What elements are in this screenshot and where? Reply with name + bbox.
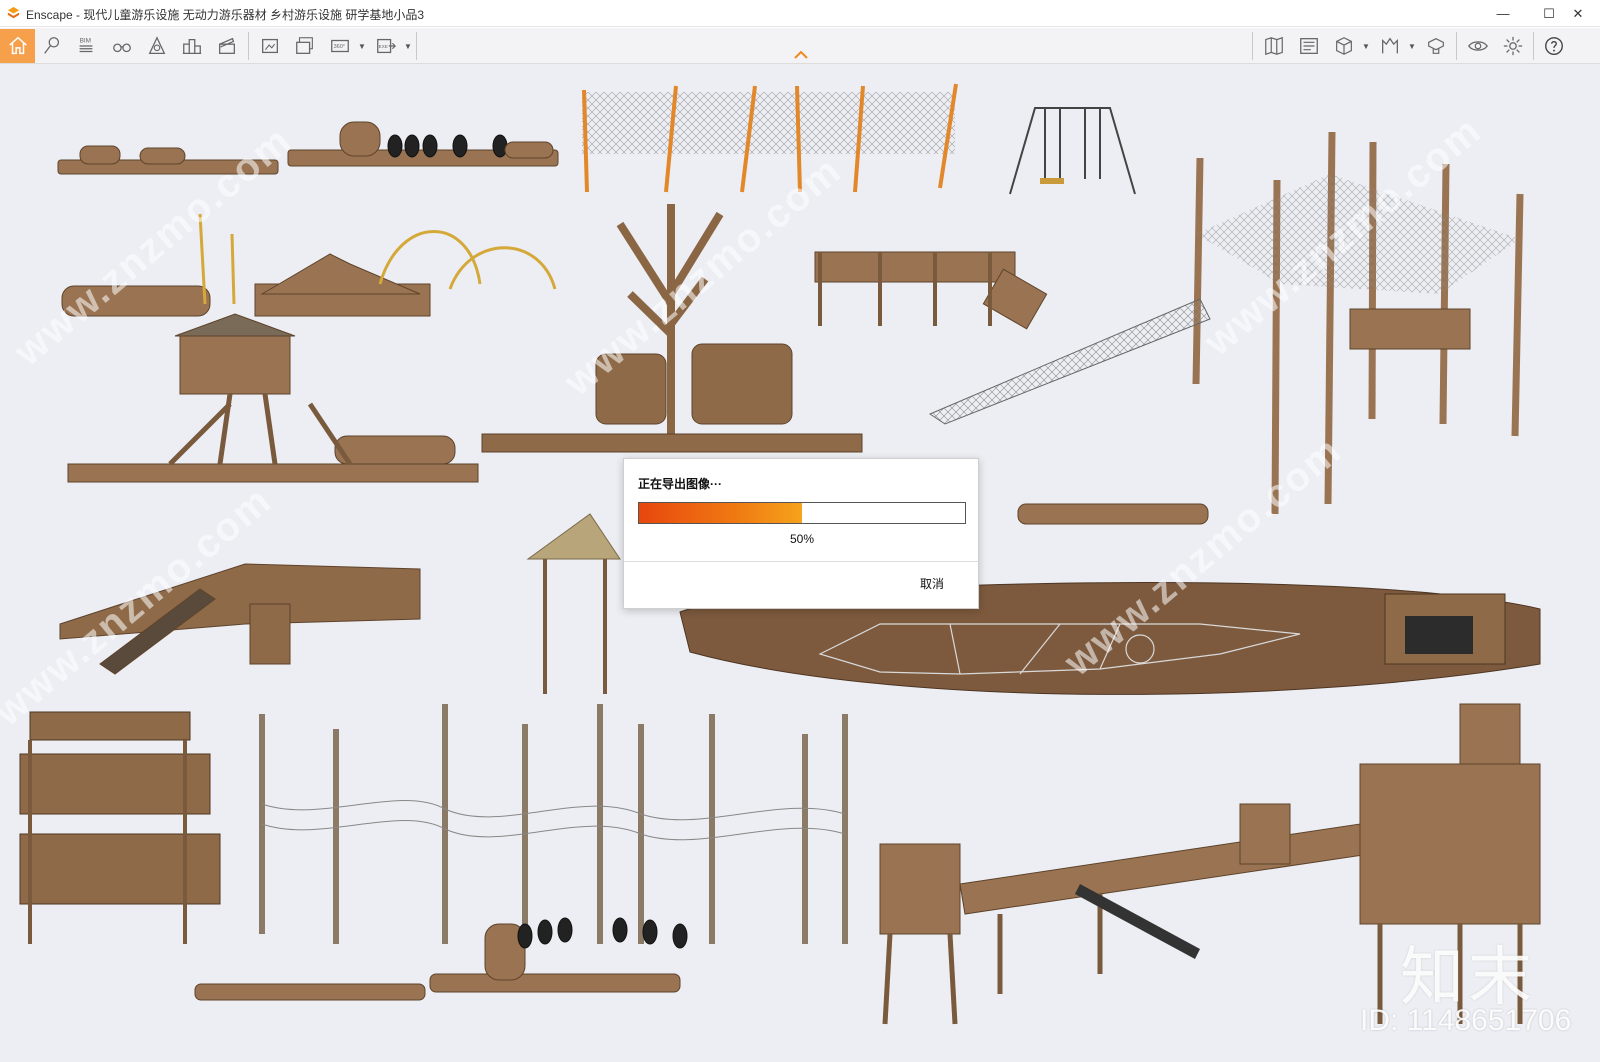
bim-icon: BIM	[79, 37, 93, 53]
close-button[interactable]: ✕	[1556, 0, 1600, 27]
visual-settings-button[interactable]	[1462, 30, 1494, 62]
eye-icon	[1468, 41, 1488, 51]
id-watermark: ID: 1148651706	[1360, 1004, 1572, 1037]
svg-text:BIM: BIM	[80, 37, 91, 44]
360-panorama-icon: 360°	[331, 39, 349, 53]
buildings-icon	[182, 38, 202, 54]
library-dropdown-icon[interactable]: ▼	[1408, 42, 1416, 51]
map-button[interactable]	[1258, 30, 1290, 62]
title-bar: Enscape - 现代儿童游乐设施 无动力游乐器材 乡村游乐设施 研学基地小品…	[0, 0, 1600, 27]
progress-percent-label: 50%	[789, 532, 815, 546]
views-icon	[1300, 38, 1318, 54]
asset-library-button[interactable]	[1374, 30, 1406, 62]
enscape-logo-icon	[7, 6, 20, 19]
help-button[interactable]	[1538, 30, 1570, 62]
bim-button[interactable]: BIM	[70, 30, 102, 62]
home-button[interactable]	[0, 29, 35, 63]
cancel-button[interactable]: 取消	[920, 575, 944, 592]
asset-dropdown-icon[interactable]: ▼	[1362, 42, 1370, 51]
toolbar-separator	[416, 32, 417, 60]
toolbar-separator	[1456, 32, 1457, 60]
panorama-button[interactable]: 360°	[324, 30, 356, 62]
material-editor-button[interactable]	[1420, 30, 1452, 62]
binoculars-icon	[113, 43, 131, 53]
minimize-button[interactable]: —	[1480, 0, 1526, 27]
export-progress-dialog: 正在导出图像··· 50% 取消	[623, 458, 979, 609]
settings-button[interactable]	[1497, 30, 1529, 62]
window-title: Enscape - 现代儿童游乐设施 无动力游乐器材 乡村游乐设施 研学基地小品…	[26, 8, 425, 22]
gear-icon	[1503, 36, 1523, 56]
collapse-toolbar-chevron-icon[interactable]	[793, 50, 809, 60]
svg-text:360°: 360°	[334, 44, 345, 50]
video-editor-button[interactable]	[211, 30, 243, 62]
screenshot-button[interactable]	[254, 30, 286, 62]
home-icon	[8, 36, 27, 55]
asset-button[interactable]	[1328, 30, 1360, 62]
dialog-title: 正在导出图像···	[638, 477, 722, 491]
exe-export-button[interactable]: EXE	[370, 30, 402, 62]
pin-button[interactable]	[36, 30, 68, 62]
material-editor-icon	[1428, 38, 1444, 54]
buildings-button[interactable]	[176, 30, 208, 62]
map-icon	[1265, 36, 1283, 56]
batch-render-icon	[296, 37, 313, 54]
binoculars-button[interactable]	[106, 30, 138, 62]
dialog-divider	[624, 561, 978, 562]
panorama-dropdown-icon[interactable]: ▼	[358, 42, 366, 51]
progress-fill	[639, 503, 802, 523]
help-icon	[1545, 37, 1563, 55]
export-dropdown-icon[interactable]: ▼	[404, 42, 412, 51]
batch-render-button[interactable]	[289, 30, 321, 62]
cube-icon	[1336, 37, 1352, 55]
asset-library-icon	[1382, 37, 1398, 54]
svg-text:EXE: EXE	[379, 44, 388, 49]
toolbar-separator	[248, 32, 249, 60]
toolbar-separator	[1252, 32, 1253, 60]
toolbar-separator	[1533, 32, 1534, 60]
pin-icon	[44, 37, 60, 54]
screenshot-icon	[262, 38, 278, 54]
export-progress-bar	[638, 502, 966, 524]
atmosphere-icon	[148, 36, 166, 54]
clapper-icon	[219, 37, 235, 54]
atmosphere-button[interactable]	[141, 30, 173, 62]
views-button[interactable]	[1293, 30, 1325, 62]
exe-export-icon: EXE	[377, 38, 397, 54]
